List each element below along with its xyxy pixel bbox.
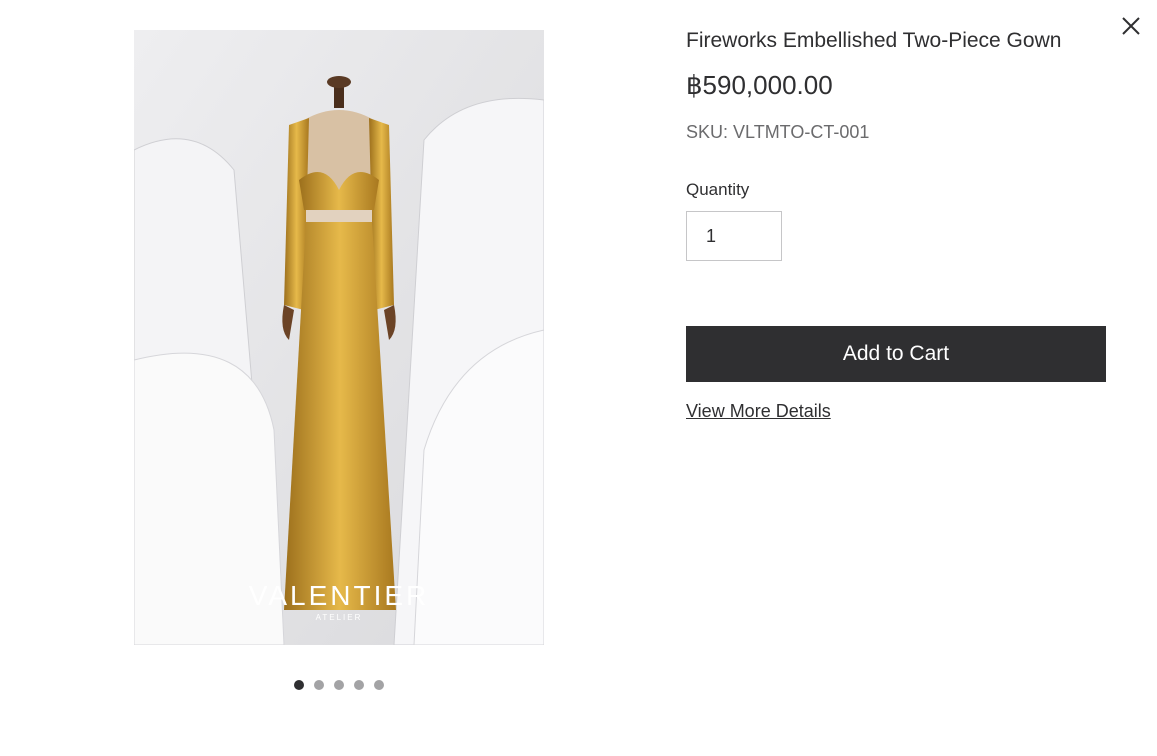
slide-dot-1[interactable] xyxy=(294,680,304,690)
product-title: Fireworks Embellished Two-Piece Gown xyxy=(686,29,1062,52)
slide-dot-3[interactable] xyxy=(334,680,344,690)
slide-dot-2[interactable] xyxy=(314,680,324,690)
gown-photo xyxy=(134,30,544,645)
quantity-label: Quantity xyxy=(686,180,750,199)
product-sku: SKU: VLTMTO-CT-001 xyxy=(686,122,870,142)
brand-subtitle: ATELIER xyxy=(315,613,363,622)
slide-dot-4[interactable] xyxy=(354,680,364,690)
close-button[interactable] xyxy=(1118,13,1144,39)
add-to-cart-button[interactable]: Add to Cart xyxy=(686,326,1106,382)
product-image[interactable]: VALENTIER ATELIER xyxy=(134,30,544,645)
product-price: ฿590,000.00 xyxy=(686,70,833,100)
gallery-pagination xyxy=(294,680,384,690)
quantity-input[interactable] xyxy=(686,211,782,261)
view-details-link[interactable]: View More Details xyxy=(686,401,831,422)
brand-logo: VALENTIER xyxy=(248,580,430,611)
slide-dot-5[interactable] xyxy=(374,680,384,690)
close-icon xyxy=(1122,17,1140,35)
